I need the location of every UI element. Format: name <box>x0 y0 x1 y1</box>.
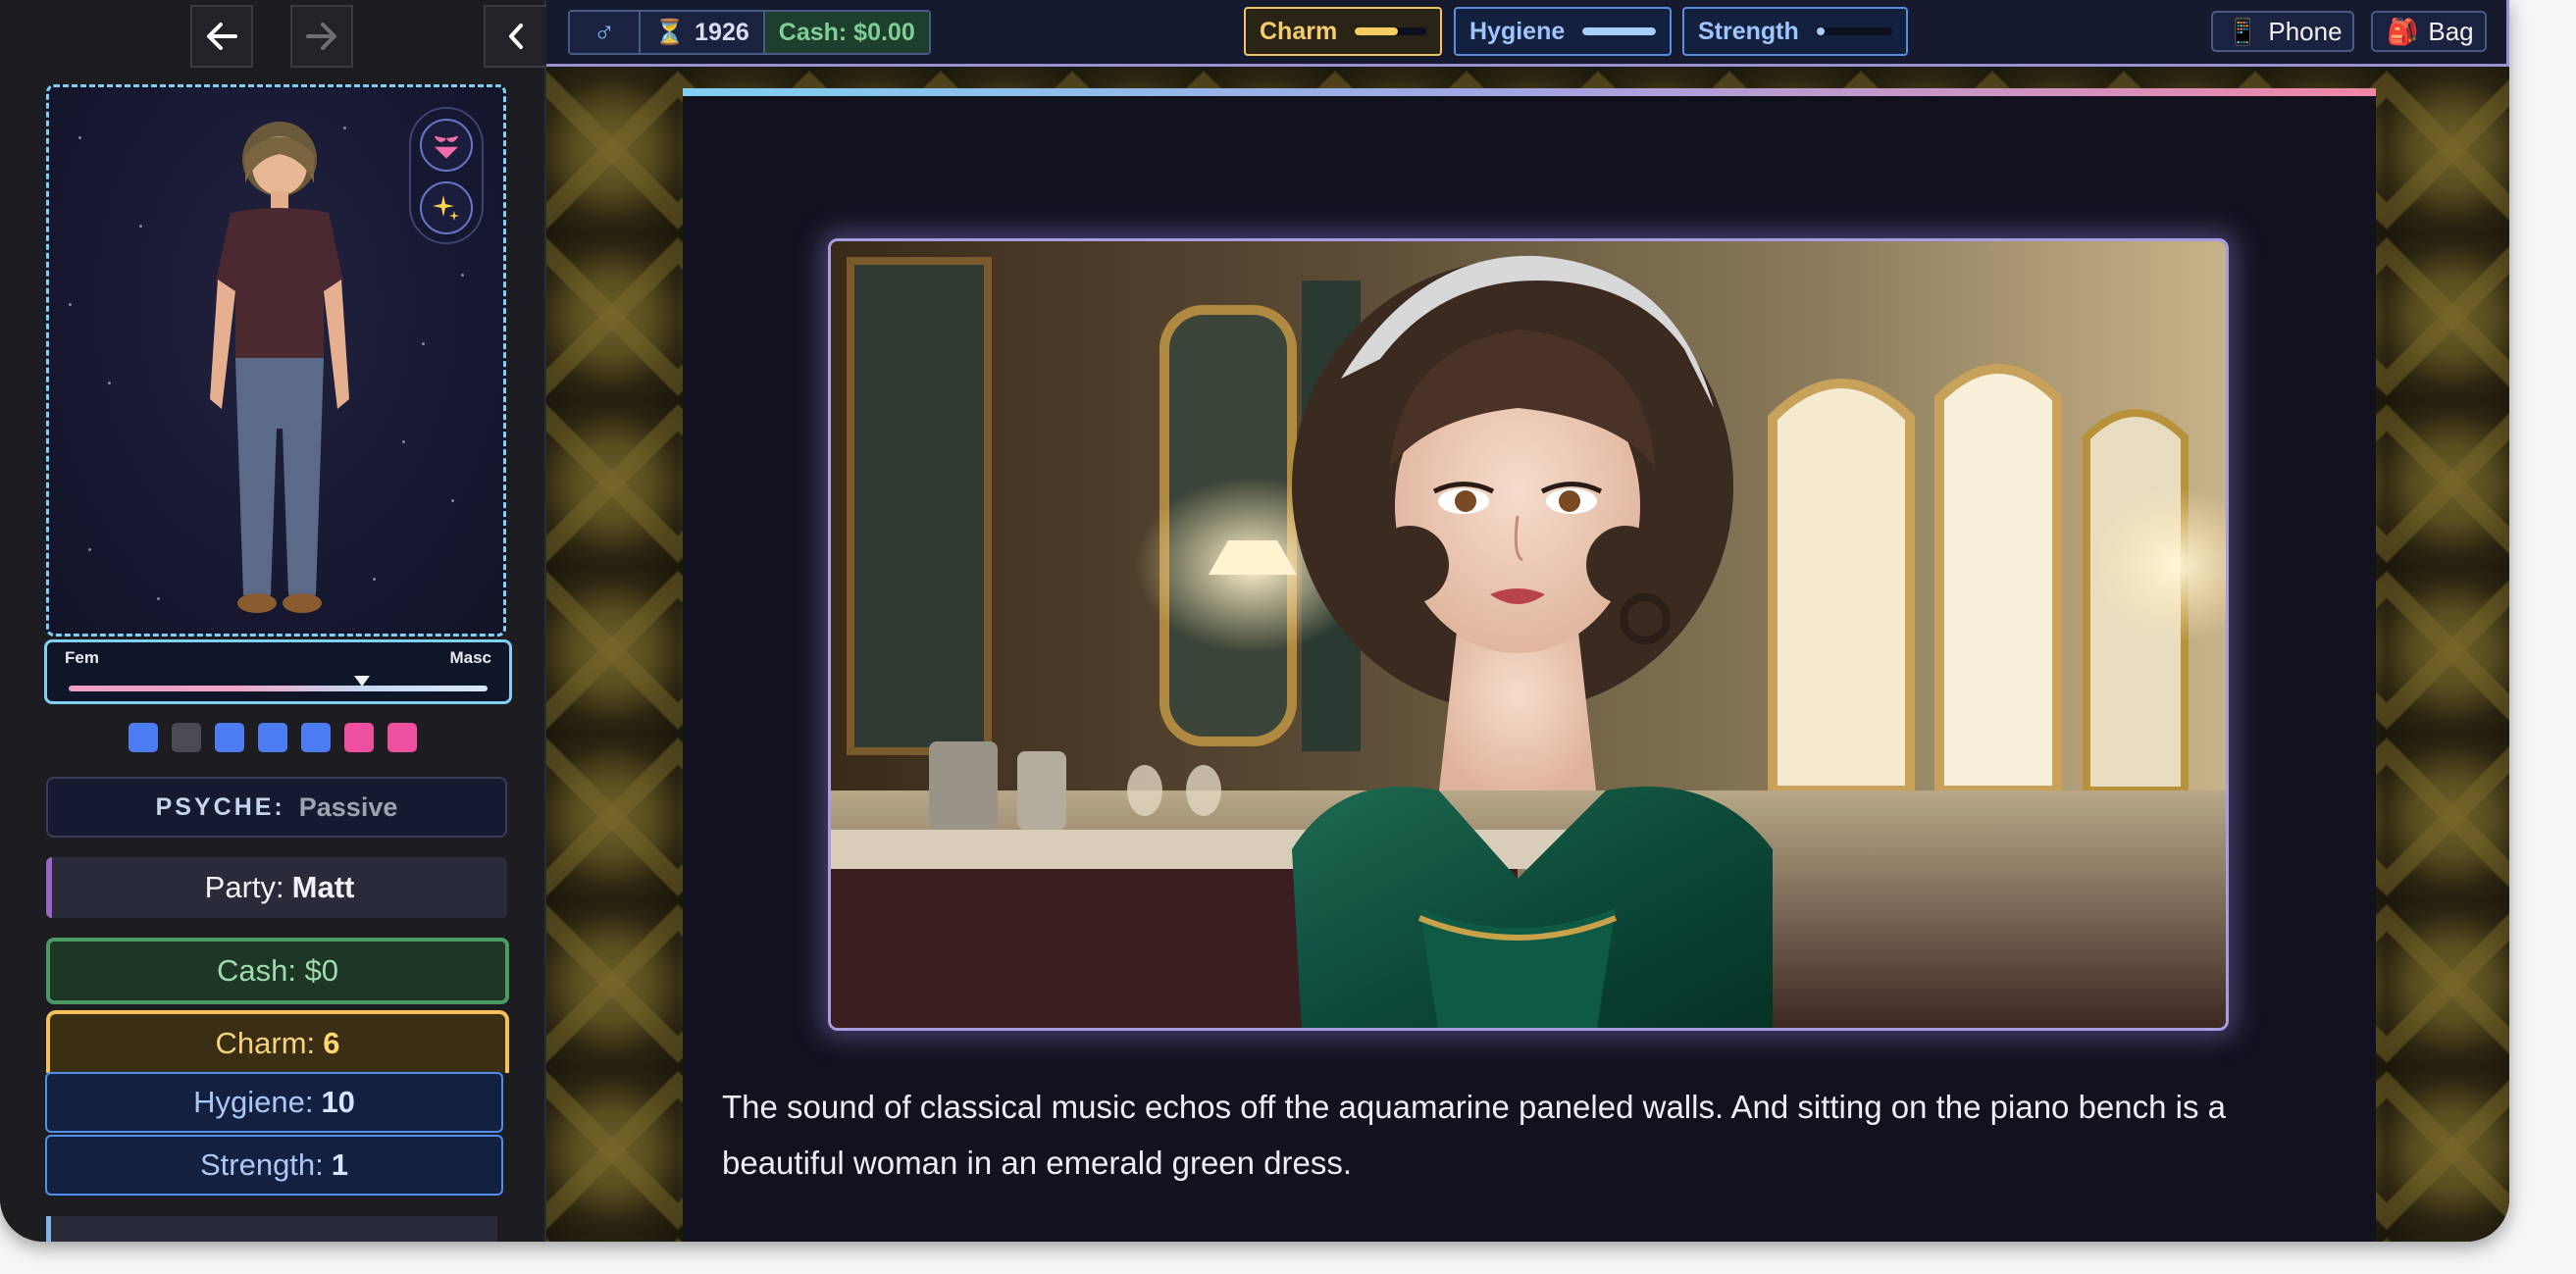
charm-meter-bar <box>1355 27 1426 35</box>
trait-dot <box>172 723 201 752</box>
strength-meter-label: Strength <box>1698 17 1799 45</box>
scene-card: The sound of classical music echos off t… <box>683 88 2376 1242</box>
hygiene-meter-label: Hygiene <box>1469 17 1566 45</box>
back-button[interactable] <box>190 5 253 68</box>
hourglass-icon: ⏳ <box>654 18 686 46</box>
charm-meter-label: Charm <box>1260 17 1338 45</box>
charm-stat: Charm: 6 <box>46 1010 509 1073</box>
party-name: Matt <box>291 870 355 904</box>
trait-dot <box>344 723 374 752</box>
gender-thumb[interactable] <box>353 676 370 687</box>
charm-meter-fill <box>1355 27 1398 35</box>
cash-stat: Cash: $0 <box>46 938 509 1004</box>
gender-slider[interactable]: Fem Masc <box>44 639 512 704</box>
party-label: Party: <box>204 870 284 904</box>
hygiene-meter-fill <box>1582 27 1656 35</box>
hygiene-stat: Hygiene: 10 <box>45 1072 503 1133</box>
arrow-left-icon <box>207 23 237 50</box>
card-accent-bar <box>683 88 2376 96</box>
trait-dot <box>387 723 417 752</box>
hygiene-stat-value: 10 <box>321 1085 355 1119</box>
hygiene-stat-label: Hygiene: <box>193 1085 314 1119</box>
strength-meter-bar <box>1816 27 1892 35</box>
strength-meter-fill <box>1816 27 1825 35</box>
bag-icon: 🎒 <box>2387 16 2419 46</box>
year-display: ⏳ 1926 <box>641 12 765 53</box>
scene-narration: The sound of classical music echos off t… <box>722 1089 2227 1181</box>
psyche-label: PSYCHE: <box>155 792 285 821</box>
top-status-bar: ♂ ⏳ 1926 Cash: $0.00 Charm Hygiene Stren… <box>546 0 2509 67</box>
phone-label: Phone <box>2268 16 2343 46</box>
trait-dot <box>129 723 158 752</box>
phone-button[interactable]: 📱 Phone <box>2211 11 2354 52</box>
strength-stat-value: 1 <box>331 1147 349 1182</box>
trait-dot <box>301 723 331 752</box>
trait-dot <box>215 723 244 752</box>
fem-label: Fem <box>65 648 99 667</box>
bag-label: Bag <box>2428 16 2474 46</box>
player-avatar[interactable] <box>196 115 363 625</box>
bag-button[interactable]: 🎒 Bag <box>2371 11 2487 52</box>
forward-button[interactable] <box>290 5 353 68</box>
year-value: 1926 <box>695 18 749 46</box>
psyche-box: PSYCHE: Passive <box>46 777 507 838</box>
topbar-cash: Cash: $0.00 <box>764 12 929 53</box>
trait-dot <box>258 723 287 752</box>
strength-stat: Strength: 1 <box>45 1135 503 1196</box>
next-stat-partial <box>46 1216 497 1242</box>
cash-stat-value: $0 <box>304 953 339 988</box>
hygiene-meter[interactable]: Hygiene <box>1454 7 1672 56</box>
status-group: ♂ ⏳ 1926 Cash: $0.00 <box>568 10 931 55</box>
cash-stat-label: Cash: <box>216 953 296 988</box>
gender-track[interactable] <box>69 686 488 691</box>
arrow-right-icon <box>306 23 336 50</box>
bikini-icon <box>434 135 459 159</box>
outfit-panel <box>409 107 484 244</box>
charm-meter[interactable]: Charm <box>1244 7 1442 56</box>
chevron-left-icon <box>509 24 523 49</box>
sparkle-icon <box>433 195 459 221</box>
avatar-frame <box>46 84 506 637</box>
hygiene-meter-bar <box>1582 27 1656 35</box>
sparkle-toggle-button[interactable] <box>420 181 473 234</box>
party-box[interactable]: Party: Matt <box>46 857 507 918</box>
charm-stat-label: Charm: <box>215 1026 316 1060</box>
strength-stat-label: Strength: <box>199 1147 324 1182</box>
lingerie-toggle-button[interactable] <box>420 119 473 172</box>
masc-label: Masc <box>449 648 491 667</box>
trait-indicators <box>129 723 417 752</box>
phone-icon: 📱 <box>2227 16 2259 46</box>
strength-meter[interactable]: Strength <box>1682 7 1908 56</box>
game-window: Fem Masc PSYCHE: Passive Party: Matt Cas… <box>0 0 2509 1242</box>
collapse-sidebar-button[interactable] <box>484 5 546 68</box>
charm-stat-value: 6 <box>323 1026 340 1060</box>
character-sidebar: Fem Masc PSYCHE: Passive Party: Matt Cas… <box>0 0 546 1242</box>
psyche-value: Passive <box>298 791 398 822</box>
scene-illustration <box>828 238 2229 1031</box>
gender-symbol[interactable]: ♂ <box>570 12 641 53</box>
